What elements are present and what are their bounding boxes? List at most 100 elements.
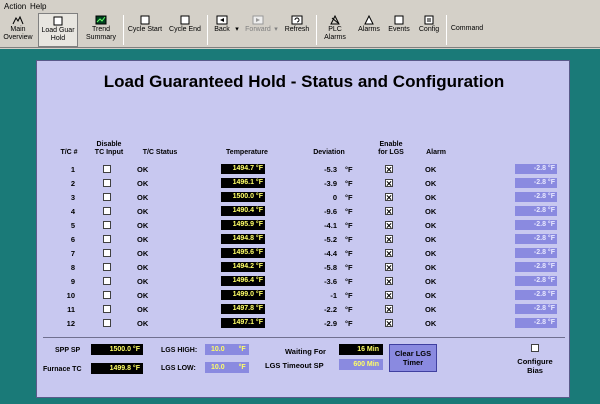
load-guar-hold-button[interactable]: Load Guar Hold: [38, 13, 78, 47]
enable-lgs-checkbox[interactable]: [385, 319, 393, 327]
clear-lgs-timer-button[interactable]: Clear LGS Timer: [389, 344, 437, 372]
disable-tc-checkbox[interactable]: [103, 235, 111, 243]
row-tc-number: 1: [70, 165, 75, 174]
row-bias-field[interactable]: -2.8 °F: [515, 234, 557, 244]
enable-lgs-checkbox[interactable]: [385, 165, 393, 173]
row-tc-number: 12: [66, 319, 75, 328]
row-temperature: 1497.8 °F: [221, 304, 265, 314]
cycle-end-button[interactable]: Cycle End: [168, 13, 202, 47]
enable-lgs-checkbox[interactable]: [385, 263, 393, 271]
disable-tc-checkbox[interactable]: [103, 207, 111, 215]
header-temperature: Temperature: [226, 149, 268, 156]
menu-action[interactable]: Action: [4, 2, 26, 11]
trend-icon: [95, 15, 107, 25]
header-enable: Enable for LGS: [378, 141, 404, 156]
enable-lgs-checkbox[interactable]: [385, 207, 393, 215]
furnace-tc-label: Furnace TC: [43, 366, 82, 373]
row-deviation: -9.6: [324, 207, 337, 216]
trend-summary-button[interactable]: Trend Summary: [84, 13, 118, 47]
disable-tc-checkbox[interactable]: [103, 291, 111, 299]
plc-alarm-icon: [330, 15, 340, 25]
lgs-high-field[interactable]: 10.0 °F: [205, 344, 249, 355]
row-tc-status: OK: [137, 165, 149, 174]
row-tc-number: 9: [70, 277, 75, 286]
config-button[interactable]: Config: [416, 13, 442, 47]
row-tc-number: 6: [70, 235, 75, 244]
timeout-field[interactable]: 600 Min: [339, 359, 383, 370]
disable-tc-checkbox[interactable]: [103, 249, 111, 257]
row-deviation-unit: °F: [345, 277, 353, 286]
back-button[interactable]: Back: [210, 13, 234, 47]
row-temperature: 1496.4 °F: [221, 276, 265, 286]
row-tc-number: 4: [70, 207, 75, 216]
refresh-button[interactable]: Refresh: [283, 13, 311, 47]
row-bias-field[interactable]: -2.8 °F: [515, 178, 557, 188]
furnace-tc-value: 1499.8 °F: [91, 363, 143, 374]
row-bias-field[interactable]: -2.8 °F: [515, 220, 557, 230]
configure-bias-checkbox[interactable]: [531, 344, 539, 352]
row-tc-status: OK: [137, 305, 149, 314]
row-bias-field[interactable]: -2.8 °F: [515, 318, 557, 328]
row-bias-field[interactable]: -2.8 °F: [515, 192, 557, 202]
header-status: T/C Status: [142, 149, 178, 156]
configure-bias-label: Configure Bias: [517, 357, 553, 375]
row-temperature: 1490.4 °F: [221, 206, 265, 216]
row-temperature: 1494.2 °F: [221, 262, 265, 272]
header-disable: Disable TC Input: [94, 141, 124, 156]
disable-tc-checkbox[interactable]: [103, 193, 111, 201]
row-tc-number: 10: [66, 291, 75, 300]
enable-lgs-checkbox[interactable]: [385, 221, 393, 229]
row-temperature: 1496.1 °F: [221, 178, 265, 188]
row-alarm: OK: [425, 263, 437, 272]
alarms-button[interactable]: Alarms: [356, 13, 382, 47]
row-deviation: -2.2: [324, 305, 337, 314]
row-bias-field[interactable]: -2.8 °F: [515, 248, 557, 258]
row-deviation-unit: °F: [345, 193, 353, 202]
row-deviation-unit: °F: [345, 291, 353, 300]
lgs-low-label: LGS LOW:: [161, 365, 196, 372]
disable-tc-checkbox[interactable]: [103, 277, 111, 285]
row-bias-field[interactable]: -2.8 °F: [515, 276, 557, 286]
main-overview-button[interactable]: Main Overview: [3, 13, 33, 47]
row-alarm: OK: [425, 305, 437, 314]
row-alarm: OK: [425, 291, 437, 300]
row-deviation-unit: °F: [345, 165, 353, 174]
row-bias-field[interactable]: -2.8 °F: [515, 206, 557, 216]
row-tc-number: 11: [67, 305, 75, 314]
row-bias-field[interactable]: -2.8 °F: [515, 262, 557, 272]
row-deviation: -5.3: [324, 165, 337, 174]
plc-alarms-button[interactable]: PLC Alarms: [320, 13, 350, 47]
row-tc-number: 7: [70, 249, 75, 258]
row-tc-status: OK: [137, 263, 149, 272]
menu-help[interactable]: Help: [30, 2, 46, 11]
row-alarm: OK: [425, 179, 437, 188]
row-deviation: -4.1: [324, 221, 337, 230]
header-deviation: Deviation: [313, 149, 345, 156]
row-alarm: OK: [425, 221, 437, 230]
disable-tc-checkbox[interactable]: [103, 305, 111, 313]
forward-button[interactable]: Forward: [243, 13, 273, 47]
row-deviation: -1: [330, 291, 337, 300]
disable-tc-checkbox[interactable]: [103, 179, 111, 187]
enable-lgs-checkbox[interactable]: [385, 291, 393, 299]
enable-lgs-checkbox[interactable]: [385, 193, 393, 201]
disable-tc-checkbox[interactable]: [103, 165, 111, 173]
row-bias-field[interactable]: -2.8 °F: [515, 290, 557, 300]
disable-tc-checkbox[interactable]: [103, 263, 111, 271]
row-bias-field[interactable]: -2.8 °F: [515, 304, 557, 314]
row-bias-field[interactable]: -2.8 °F: [515, 164, 557, 174]
disable-tc-checkbox[interactable]: [103, 319, 111, 327]
lgs-low-field[interactable]: 10.0 °F: [205, 362, 249, 373]
enable-lgs-checkbox[interactable]: [385, 249, 393, 257]
disable-tc-checkbox[interactable]: [103, 221, 111, 229]
waiting-value: 16 Min: [339, 344, 383, 355]
enable-lgs-checkbox[interactable]: [385, 277, 393, 285]
enable-lgs-checkbox[interactable]: [385, 179, 393, 187]
enable-lgs-checkbox[interactable]: [385, 305, 393, 313]
row-alarm: OK: [425, 249, 437, 258]
row-alarm: OK: [425, 235, 437, 244]
enable-lgs-checkbox[interactable]: [385, 235, 393, 243]
events-button[interactable]: Events: [386, 13, 412, 47]
cycle-start-button[interactable]: Cycle Start: [127, 13, 163, 47]
row-deviation-unit: °F: [345, 207, 353, 216]
